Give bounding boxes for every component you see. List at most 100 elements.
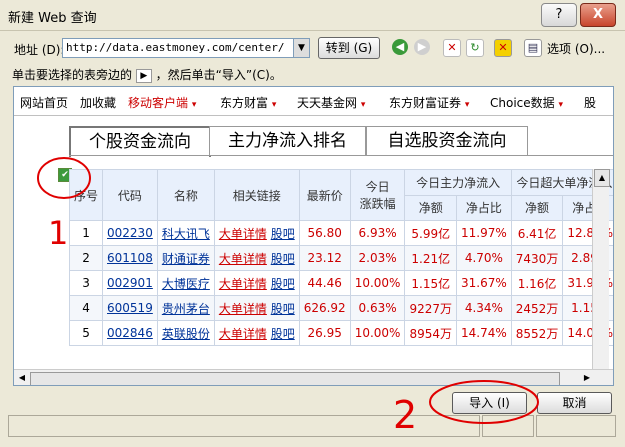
nav-fund[interactable]: 天天基金网 ▾ <box>297 94 365 111</box>
row-change: 10.00% <box>349 270 406 296</box>
col-main-ratio: 净占比 <box>456 194 512 221</box>
forward-icon[interactable]: ▶ <box>414 39 430 55</box>
vertical-scrollbar[interactable]: ▲ <box>592 169 610 369</box>
close-button[interactable]: X <box>580 3 616 27</box>
address-label: 地址 (D): <box>14 43 65 57</box>
status-pane-main <box>8 415 480 437</box>
refresh-icon[interactable]: ↻ <box>466 39 484 57</box>
status-pane-3 <box>536 415 616 437</box>
tab-stock-flow[interactable]: 个股资金流向 <box>69 126 211 157</box>
row-code[interactable]: 002846 <box>102 320 158 346</box>
hint-text: 单击要选择的表旁边的 ▶ ，然后单击“导入”(C)。 <box>12 66 282 83</box>
col-main-inflow: 今日主力净流入 <box>404 169 512 196</box>
scroll-left-icon[interactable]: ◀ <box>15 371 29 385</box>
cancel-button[interactable]: 取消 <box>537 392 612 414</box>
row-change: 2.03% <box>349 245 406 271</box>
col-change-line1: 今日 <box>365 180 390 194</box>
row-seq: 5 <box>68 320 104 346</box>
status-bar <box>8 415 617 437</box>
address-input[interactable]: http://data.eastmoney.com/center/ <box>62 38 297 58</box>
nav-home[interactable]: 网站首页 <box>20 94 68 111</box>
options-button[interactable]: 选项 (O)... <box>547 40 605 57</box>
table-row: 3 002901 大博医疗 大单详情 股吧 44.46 10.00% 1.15亿… <box>68 270 613 296</box>
row-super-net: 7430万 <box>510 245 564 271</box>
save-query-icon[interactable]: ▤ <box>524 39 542 57</box>
row-main-ratio: 4.34% <box>456 295 512 321</box>
table-select-arrow-icon: ▶ <box>135 68 152 83</box>
horizontal-scroll-thumb[interactable] <box>30 372 560 385</box>
row-links[interactable]: 大单详情 股吧 <box>213 270 300 296</box>
address-dropdown-button[interactable]: ▼ <box>293 38 310 58</box>
nav-mobile-client[interactable]: 移动客户端 ▾ <box>128 94 196 111</box>
row-code[interactable]: 002901 <box>102 270 158 296</box>
row-seq: 1 <box>68 220 104 246</box>
tab-watchlist-flow[interactable]: 自选股资金流向 <box>366 126 528 155</box>
table-row: 4 600519 贵州茅台 大单详情 股吧 626.92 0.63% 9227万… <box>68 295 613 321</box>
web-preview-pane[interactable]: 网站首页 加收藏 移动客户端 ▾ 东方财富 ▾ 天天基金网 ▾ 东方财富证券 ▾… <box>13 86 614 386</box>
row-super-net: 1.16亿 <box>510 270 564 296</box>
row-main-net: 9227万 <box>404 295 458 321</box>
row-change: 0.63% <box>349 295 406 321</box>
row-code[interactable]: 601108 <box>102 245 158 271</box>
col-change-line2: 涨跌幅 <box>359 197 396 211</box>
row-main-ratio: 31.67% <box>456 270 512 296</box>
nav-securities[interactable]: 东方财富证券 ▾ <box>389 94 469 111</box>
table-row: 1 002230 科大讯飞 大单详情 股吧 56.80 6.93% 5.99亿 … <box>68 220 613 246</box>
stop-icon[interactable]: ✕ <box>443 39 461 57</box>
col-links: 相关链接 <box>213 169 300 221</box>
table-row: 2 601108 财通证券 大单详情 股吧 23.12 2.03% 1.21亿 … <box>68 245 613 271</box>
row-code[interactable]: 002230 <box>102 220 158 246</box>
col-name: 名称 <box>156 169 215 221</box>
horizontal-scrollbar[interactable]: ◀ ▶ <box>14 369 613 385</box>
row-super-net: 6.41亿 <box>510 220 564 246</box>
col-change: 今日 涨跌幅 <box>349 169 406 221</box>
nav-favorite[interactable]: 加收藏 <box>80 94 116 111</box>
back-icon[interactable]: ◀ <box>392 39 408 55</box>
row-seq: 2 <box>68 245 104 271</box>
row-super-net: 2452万 <box>510 295 564 321</box>
row-seq: 3 <box>68 270 104 296</box>
scroll-up-icon[interactable]: ▲ <box>594 169 610 187</box>
col-super-net: 净额 <box>510 194 564 221</box>
row-name[interactable]: 贵州茅台 <box>156 295 215 321</box>
row-main-net: 5.99亿 <box>404 220 458 246</box>
nav-choice[interactable]: Choice数据 ▾ <box>490 94 563 111</box>
row-price: 23.12 <box>298 245 351 271</box>
tab-main-ranking[interactable]: 主力净流入排名 <box>209 126 366 155</box>
col-code: 代码 <box>102 169 158 221</box>
tab-divider <box>69 155 613 156</box>
table-row: 5 002846 英联股份 大单详情 股吧 26.95 10.00% 8954万… <box>68 320 613 346</box>
window-title: 新建 Web 查询 <box>8 11 97 26</box>
nav-stock[interactable]: 股 <box>584 94 596 111</box>
status-pane-2 <box>482 415 534 437</box>
site-navbar: 网站首页 加收藏 移动客户端 ▾ 东方财富 ▾ 天天基金网 ▾ 东方财富证券 ▾… <box>14 87 613 116</box>
help-button[interactable]: ? <box>541 3 577 27</box>
row-main-ratio: 11.97% <box>456 220 512 246</box>
row-links[interactable]: 大单详情 股吧 <box>213 320 300 346</box>
row-code[interactable]: 600519 <box>102 295 158 321</box>
nav-eastmoney[interactable]: 东方财富 ▾ <box>220 94 276 111</box>
row-change: 6.93% <box>349 220 406 246</box>
row-name[interactable]: 大博医疗 <box>156 270 215 296</box>
row-main-net: 1.15亿 <box>404 270 458 296</box>
fund-flow-table: 序号 代码 名称 相关链接 最新价 今日 涨跌幅 今日主力净流入 今日超大单净流… <box>68 169 613 346</box>
row-name[interactable]: 英联股份 <box>156 320 215 346</box>
row-links[interactable]: 大单详情 股吧 <box>213 295 300 321</box>
row-links[interactable]: 大单详情 股吧 <box>213 220 300 246</box>
hide-icons-icon[interactable]: ✕ <box>494 39 512 57</box>
row-main-ratio: 4.70% <box>456 245 512 271</box>
row-price: 26.95 <box>298 320 351 346</box>
scroll-right-icon[interactable]: ▶ <box>580 371 594 385</box>
row-super-net: 8552万 <box>510 320 564 346</box>
col-price: 最新价 <box>298 169 351 221</box>
title-bar: 新建 Web 查询 ? X <box>0 0 625 31</box>
row-name[interactable]: 财通证券 <box>156 245 215 271</box>
row-links[interactable]: 大单详情 股吧 <box>213 245 300 271</box>
row-seq: 4 <box>68 295 104 321</box>
col-seq: 序号 <box>68 169 104 221</box>
row-price: 44.46 <box>298 270 351 296</box>
import-button[interactable]: 导入 (I) <box>452 392 527 414</box>
row-name[interactable]: 科大讯飞 <box>156 220 215 246</box>
go-button[interactable]: 转到 (G) <box>318 37 380 59</box>
col-main-net: 净额 <box>404 194 458 221</box>
